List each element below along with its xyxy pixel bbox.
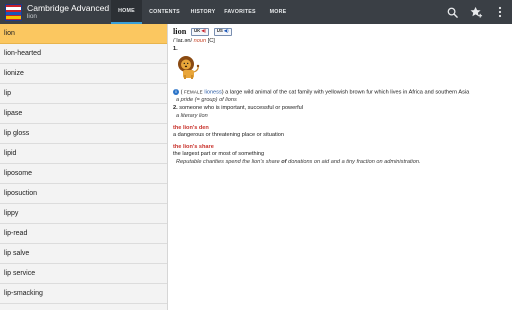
app-logo-icon — [5, 3, 22, 21]
pronunciation: /ˈlaɪ.ən/ — [173, 38, 193, 45]
word-list[interactable]: lion lion-hearted lionize lip lipase lip… — [0, 24, 168, 310]
sense-1: i ( FEMALE lioness) a large wild animal … — [173, 88, 510, 97]
sense-2-number: 2. — [173, 105, 178, 112]
overflow-menu-icon — [498, 6, 502, 18]
phrase-2-title: the lion's share — [173, 143, 214, 150]
sense-1-label: FEMALE — [184, 89, 203, 95]
list-item[interactable]: lip-smacking — [0, 284, 167, 304]
list-item[interactable]: liposome — [0, 164, 167, 184]
speaker-icon: ◀) — [201, 28, 207, 34]
audio-us-button[interactable]: US ◀) — [213, 27, 232, 36]
add-favorite-button[interactable] — [464, 0, 488, 24]
audio-us-label: US — [216, 28, 223, 34]
tab-contents[interactable]: CONTENTS — [142, 0, 187, 24]
list-item[interactable]: lipase — [0, 104, 167, 124]
app-titles: Cambridge Advanced lion — [27, 2, 110, 21]
speaker-icon: ◀) — [223, 28, 229, 34]
tab-home[interactable]: HOME — [111, 0, 142, 24]
list-item[interactable]: lip gloss — [0, 124, 167, 144]
search-icon — [447, 7, 458, 18]
tab-history[interactable]: HISTORY — [187, 0, 219, 24]
tab-more[interactable]: MORE — [261, 0, 295, 24]
pron-line: /ˈlaɪ.ən/ noun [C] — [173, 38, 510, 46]
cross-reference-link[interactable]: lioness — [204, 89, 221, 95]
audio-uk-button[interactable]: UK ◀) — [190, 27, 210, 36]
list-item[interactable]: lip service — [0, 264, 167, 284]
phrase-2-example-bold: of — [281, 158, 287, 165]
info-icon[interactable]: i — [173, 88, 179, 95]
phrase-2-example-start: Reputable charities spend the lion's sha… — [176, 158, 280, 165]
overflow-menu-button[interactable] — [488, 0, 512, 24]
phrase-2-example: Reputable charities spend the lion's sha… — [173, 159, 510, 167]
phrase-1-title: the lion's den — [173, 124, 209, 131]
headword: lion — [173, 27, 187, 36]
entry-header: lion UK ◀) US ◀) — [173, 26, 510, 37]
app-header[interactable]: Cambridge Advanced lion — [0, 0, 110, 24]
phrase-2-example-end: donations on aid and a tiny fraction on … — [288, 158, 421, 165]
sense-1-example: a pride (= group) of lions — [176, 96, 237, 103]
action-bar: Cambridge Advanced lion HOME CONTENTS HI… — [0, 0, 512, 24]
sense-2: 2. someone who is important, successful … — [173, 105, 510, 113]
entry-pane: lion UK ◀) US ◀) /ˈlaɪ.ən/ noun [C] 1. i… — [171, 24, 510, 310]
tab-favorites[interactable]: FAVORITES — [219, 0, 261, 24]
list-item[interactable]: lip — [0, 84, 167, 104]
list-item[interactable]: lip salve — [0, 244, 167, 264]
sense-1-definition: ) a large wild animal of the cat family … — [221, 89, 470, 96]
list-item-selected[interactable]: lion — [0, 24, 167, 44]
list-item[interactable]: liposuction — [0, 184, 167, 204]
grammar-code: [C] — [207, 38, 215, 45]
phrase-1-definition: a dangerous or threatening place or situ… — [173, 132, 285, 139]
lion-illustration — [178, 56, 200, 80]
list-item[interactable]: lionize — [0, 64, 167, 84]
list-item[interactable]: lippy — [0, 204, 167, 224]
audio-uk-label: UK — [193, 28, 201, 34]
phrase-2-definition: the largest part or most of something — [173, 151, 265, 158]
sense-1-open: ( — [180, 89, 183, 96]
app-title: Cambridge Advanced — [27, 2, 110, 13]
list-item[interactable]: lion-hearted — [0, 44, 167, 64]
sense-1-number: 1. — [173, 45, 178, 52]
action-icons — [440, 0, 512, 24]
tab-bar: HOME CONTENTS HISTORY FAVORITES MORE — [111, 0, 295, 24]
list-item[interactable]: lip-read — [0, 224, 167, 244]
favorite-add-icon — [470, 6, 482, 18]
part-of-speech: noun — [193, 38, 207, 45]
sense-2-definition: someone who is important, successful or … — [179, 105, 303, 112]
sense-2-example: a literary lion — [176, 112, 208, 119]
list-item[interactable]: lipid — [0, 144, 167, 164]
search-button[interactable] — [440, 0, 464, 24]
app-subtitle: lion — [27, 13, 37, 21]
